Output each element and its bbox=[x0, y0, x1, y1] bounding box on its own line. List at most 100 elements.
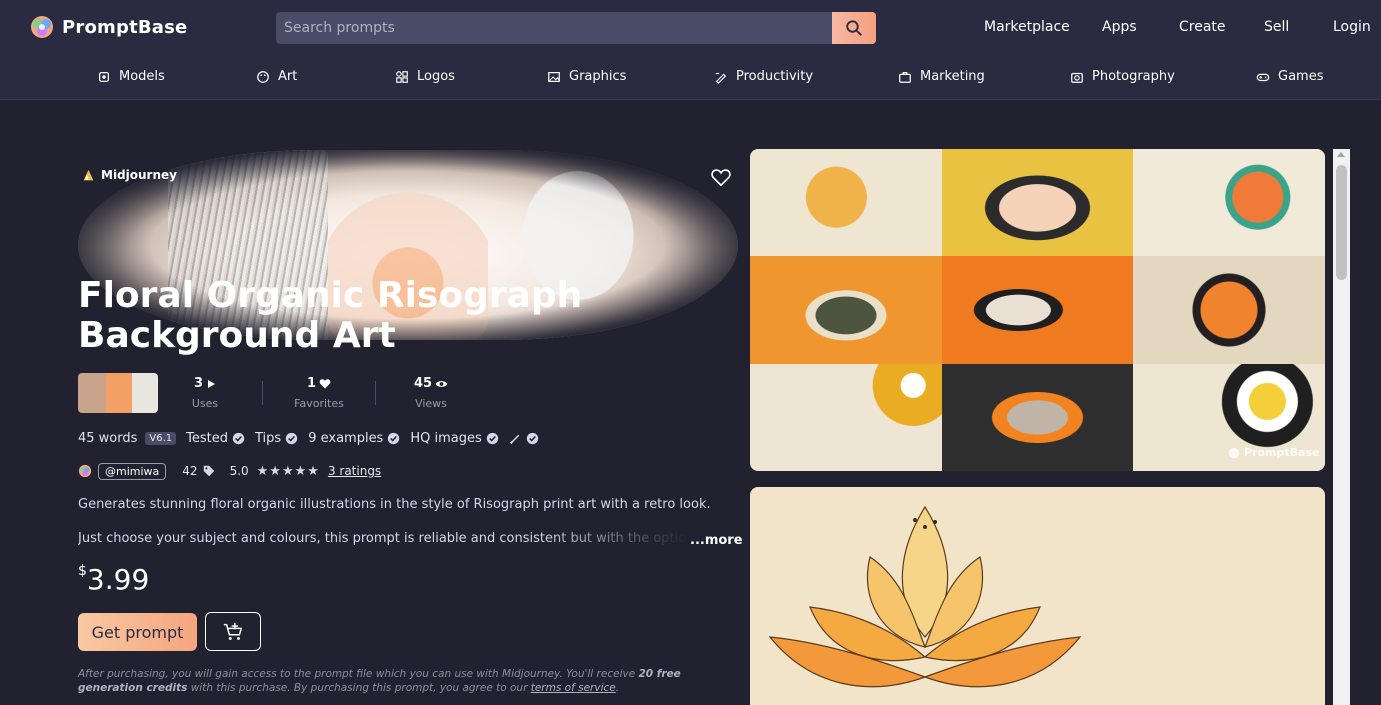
tag-icon bbox=[203, 465, 214, 477]
model-tag[interactable]: Midjourney bbox=[82, 168, 177, 182]
search-input[interactable] bbox=[276, 12, 832, 44]
lotus-illustration bbox=[768, 505, 1082, 688]
scroll-up-arrow-icon[interactable] bbox=[1337, 152, 1345, 157]
rating-stars: ★★★★★ bbox=[256, 463, 320, 479]
description-line-2: Just choose your subject and colours, th… bbox=[78, 531, 688, 546]
search-bar bbox=[276, 12, 876, 44]
watermark-text: PromptBase bbox=[1244, 446, 1320, 459]
stat-favorites: 1 Favorites bbox=[279, 376, 359, 410]
nav-apps[interactable]: Apps bbox=[1102, 19, 1137, 35]
stat-value: 1 bbox=[306, 376, 317, 391]
promptbase-logo-icon bbox=[31, 16, 53, 38]
example-grid-image[interactable] bbox=[750, 149, 1325, 471]
grid-cell-boy bbox=[941, 363, 1134, 471]
category-marketing[interactable]: Marketing bbox=[898, 69, 985, 84]
feature-label: 9 examples bbox=[308, 430, 384, 446]
category-label: Productivity bbox=[736, 69, 814, 84]
models-icon bbox=[99, 71, 109, 82]
grid-cell-woman bbox=[941, 256, 1134, 364]
read-more-link[interactable]: ...more bbox=[690, 533, 743, 548]
tag-count: 42 bbox=[182, 464, 198, 478]
stat-views: 45 Views bbox=[391, 376, 471, 410]
heart-icon bbox=[319, 379, 331, 389]
get-prompt-button[interactable]: Get prompt bbox=[78, 613, 197, 651]
description-line-1: Generates stunning floral organic illust… bbox=[78, 497, 711, 512]
check-badge-icon bbox=[526, 432, 538, 444]
category-nav: Models Art Logos Graphics Productivity M… bbox=[0, 56, 1381, 100]
grid-cell-fish bbox=[1133, 256, 1325, 364]
category-label: Marketing bbox=[920, 69, 985, 84]
fine-print-end: . bbox=[615, 682, 620, 694]
watermark: PromptBase bbox=[1228, 446, 1319, 459]
grid-cell-swan bbox=[750, 363, 942, 471]
category-graphics[interactable]: Graphics bbox=[547, 69, 626, 84]
category-games[interactable]: Games bbox=[1256, 69, 1323, 84]
feature-words: 45 words V6.1 bbox=[78, 430, 177, 446]
image-icon bbox=[548, 71, 560, 82]
search-icon bbox=[846, 20, 862, 36]
camera-icon bbox=[1071, 72, 1083, 83]
purchase-fine-print: After purchasing, you will gain access t… bbox=[78, 667, 738, 695]
stat-label: Views bbox=[415, 397, 447, 410]
play-icon bbox=[208, 379, 216, 388]
word-count: 45 words bbox=[78, 430, 138, 446]
category-logos[interactable]: Logos bbox=[395, 69, 455, 84]
category-models[interactable]: Models bbox=[97, 69, 165, 84]
nav-create[interactable]: Create bbox=[1179, 19, 1226, 35]
feature-label: HQ images bbox=[410, 430, 482, 446]
version-badge: V6.1 bbox=[145, 431, 177, 445]
top-navbar: PromptBase Marketplace Apps Create Sell … bbox=[0, 0, 1381, 56]
grid-cell-girl bbox=[941, 149, 1134, 257]
add-to-cart-icon bbox=[223, 622, 243, 640]
category-label: Graphics bbox=[569, 69, 627, 84]
category-art[interactable]: Art bbox=[256, 69, 297, 84]
stat-divider bbox=[375, 381, 376, 405]
creator-avatar-icon bbox=[78, 464, 92, 478]
grid-cell-frog bbox=[750, 256, 942, 364]
ratings-link[interactable]: 3 ratings bbox=[328, 464, 381, 478]
feature-tips: Tips bbox=[255, 431, 298, 446]
category-productivity[interactable]: Productivity bbox=[714, 69, 813, 84]
stat-label: Uses bbox=[191, 397, 219, 410]
price-currency: $ bbox=[78, 563, 87, 579]
stat-value: 3 bbox=[193, 376, 204, 391]
example-lotus-image[interactable] bbox=[750, 487, 1325, 705]
search-button[interactable] bbox=[832, 12, 876, 44]
stat-uses: 3 Uses bbox=[165, 376, 245, 410]
favorite-heart-icon[interactable] bbox=[710, 166, 732, 188]
stat-divider bbox=[262, 381, 263, 405]
feature-edit bbox=[509, 432, 539, 445]
nav-sell[interactable]: Sell bbox=[1264, 19, 1289, 35]
terms-link[interactable]: terms of service bbox=[531, 682, 616, 694]
rating-value: 5.0 bbox=[229, 464, 249, 478]
feature-hq: HQ images bbox=[410, 431, 498, 446]
feature-label: Tested bbox=[186, 430, 229, 446]
pen-icon bbox=[715, 72, 727, 84]
midjourney-icon bbox=[83, 169, 94, 180]
nav-marketplace[interactable]: Marketplace bbox=[984, 19, 1070, 35]
feature-label: Tips bbox=[255, 430, 282, 446]
palette-icon bbox=[257, 70, 269, 83]
category-photography[interactable]: Photography bbox=[1070, 69, 1175, 84]
feature-tested: Tested bbox=[186, 431, 245, 446]
check-badge-icon bbox=[232, 432, 245, 444]
creator-username[interactable]: @mimiwa bbox=[98, 462, 167, 480]
fine-print-text: After purchasing, you will gain access t… bbox=[78, 668, 639, 680]
price: $3.99 bbox=[78, 563, 149, 596]
briefcase-icon bbox=[899, 71, 911, 83]
category-label: Models bbox=[119, 69, 165, 84]
grid-cell-lotus bbox=[750, 149, 942, 257]
category-label: Logos bbox=[417, 69, 455, 84]
brand-logo[interactable]: PromptBase bbox=[30, 15, 187, 39]
gamepad-icon bbox=[1256, 73, 1270, 81]
prompt-thumbnail[interactable] bbox=[78, 373, 158, 413]
fine-print-text: with this purchase. By purchasing this p… bbox=[187, 682, 531, 694]
feature-examples: 9 examples bbox=[308, 431, 400, 446]
add-to-cart-button[interactable] bbox=[205, 612, 261, 651]
nav-login[interactable]: Login bbox=[1333, 19, 1371, 35]
shapes-icon bbox=[396, 70, 408, 83]
category-label: Art bbox=[278, 69, 298, 84]
scrollbar-thumb[interactable] bbox=[1336, 165, 1347, 280]
check-badge-icon bbox=[388, 432, 400, 444]
brand-name: PromptBase bbox=[62, 16, 188, 38]
